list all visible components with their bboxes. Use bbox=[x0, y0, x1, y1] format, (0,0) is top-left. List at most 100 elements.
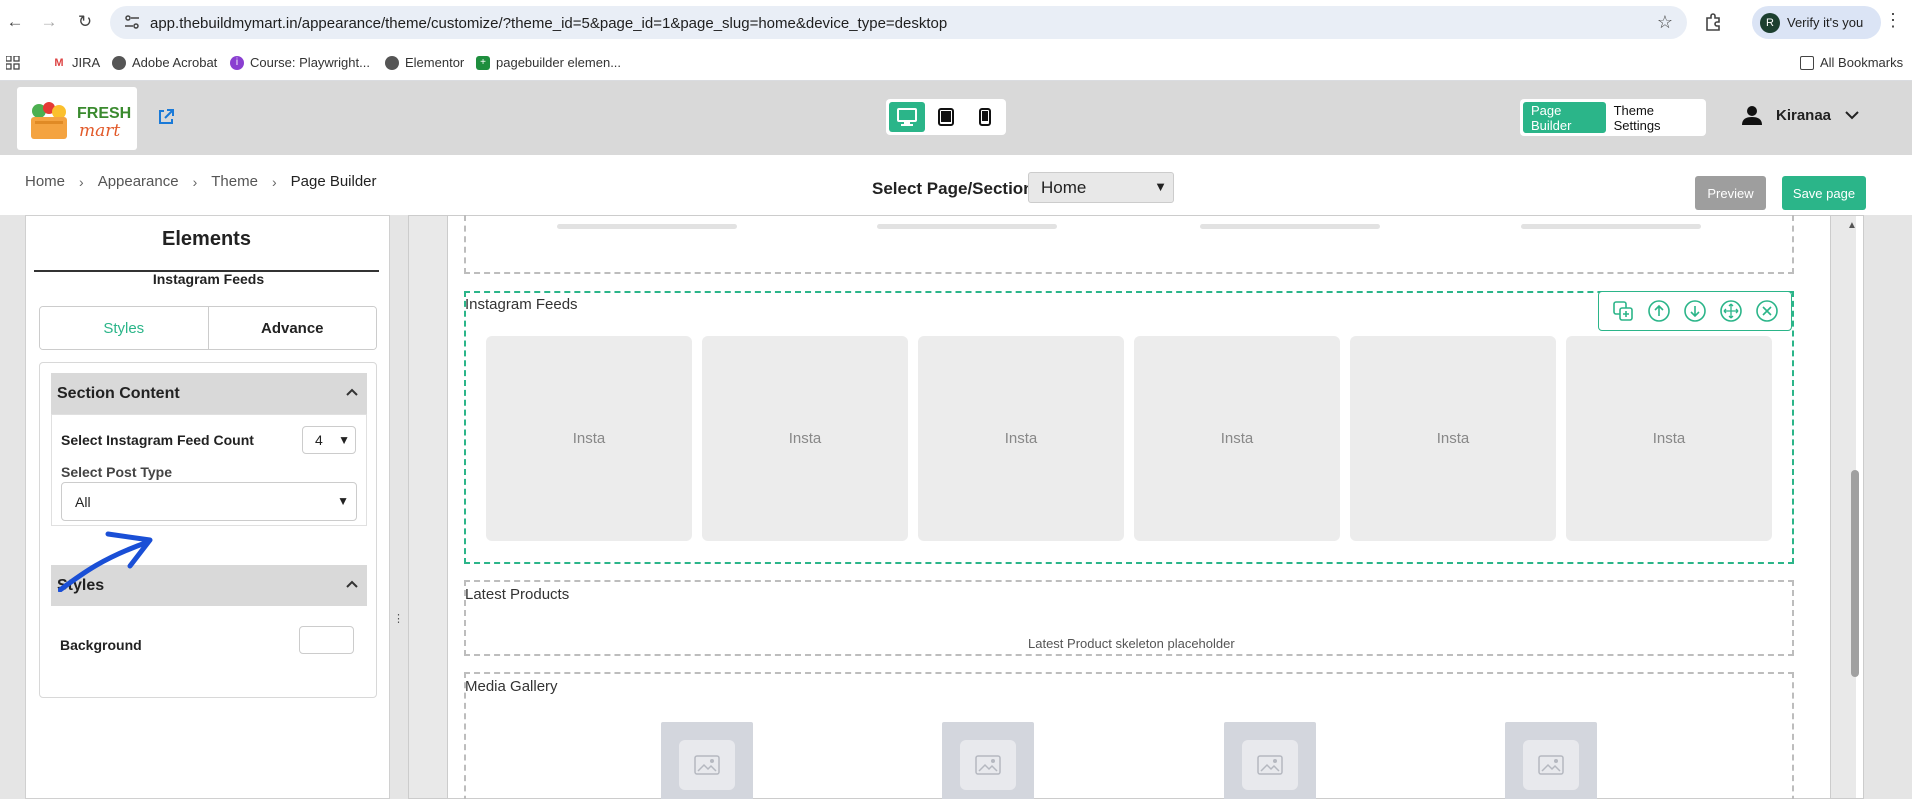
theme-settings-tab[interactable]: Theme Settings bbox=[1606, 102, 1703, 133]
bookmark-label: Adobe Acrobat bbox=[132, 55, 218, 70]
chevron-down-icon bbox=[1845, 111, 1859, 120]
extensions-icon[interactable] bbox=[1702, 11, 1724, 33]
scrollbar-thumb[interactable] bbox=[1851, 470, 1859, 677]
breadcrumb-appearance[interactable]: Appearance bbox=[98, 173, 179, 190]
verify-profile-button[interactable]: R Verify it's you bbox=[1752, 6, 1881, 39]
address-bar[interactable]: app.thebuildmymart.in/appearance/theme/c… bbox=[110, 6, 1687, 39]
section-content-body: Select Instagram Feed Count 4 ▼ Select P… bbox=[51, 414, 367, 526]
all-bookmarks[interactable]: All Bookmarks bbox=[1800, 55, 1903, 70]
instagram-card: Insta bbox=[1350, 336, 1556, 541]
duplicate-icon[interactable] bbox=[1611, 299, 1635, 323]
background-color-picker[interactable] bbox=[299, 626, 354, 654]
feed-count-label: Select Instagram Feed Count bbox=[61, 432, 254, 448]
user-name: Kiranaa bbox=[1776, 106, 1832, 124]
skeleton-bar bbox=[1521, 224, 1701, 229]
gallery-image-placeholder bbox=[1224, 722, 1316, 799]
bookmark-label: pagebuilder elemen... bbox=[496, 55, 622, 70]
browser-menu-icon[interactable]: ⋮ bbox=[1884, 10, 1902, 31]
bookmark-label: JIRA bbox=[72, 55, 101, 70]
chevron-right-icon: › bbox=[79, 173, 84, 190]
move-up-icon[interactable] bbox=[1647, 299, 1671, 323]
back-icon[interactable]: ← bbox=[4, 11, 26, 33]
elements-panel: Elements Instagram Feeds Styles Advance … bbox=[25, 215, 390, 799]
preview-button[interactable]: Preview bbox=[1695, 176, 1766, 210]
page-select-label: Select Page/Section: bbox=[872, 179, 1040, 198]
scroll-up-icon[interactable]: ▲ bbox=[1847, 220, 1857, 231]
image-icon bbox=[1257, 755, 1283, 775]
instagram-section-title: Instagram Feeds bbox=[465, 296, 578, 313]
bookmark-playwright[interactable]: i Course: Playwright... bbox=[230, 55, 370, 70]
logo[interactable]: FRESH mart bbox=[17, 87, 137, 150]
section-content-title: Section Content bbox=[57, 384, 180, 402]
annotation-arrow-icon bbox=[58, 531, 153, 592]
chevron-right-icon: › bbox=[192, 173, 198, 190]
reload-icon[interactable]: ↻ bbox=[74, 11, 96, 33]
move-down-icon[interactable] bbox=[1683, 299, 1707, 323]
verify-label: Verify it's you bbox=[1787, 15, 1864, 30]
page-select[interactable]: Home ▼ bbox=[1028, 172, 1174, 203]
device-switcher bbox=[886, 99, 1006, 135]
forward-icon[interactable]: → bbox=[38, 11, 60, 33]
logo-mart: mart bbox=[79, 121, 121, 141]
tablet-icon bbox=[938, 108, 954, 126]
skeleton-bar bbox=[1200, 224, 1380, 229]
external-link-icon[interactable] bbox=[156, 107, 176, 127]
profile-avatar: R bbox=[1760, 12, 1780, 33]
gallery-image-placeholder bbox=[661, 722, 753, 799]
background-label: Background bbox=[60, 637, 142, 653]
image-icon bbox=[1538, 755, 1564, 775]
tablet-view-button[interactable] bbox=[928, 102, 964, 132]
chevron-up-icon bbox=[346, 580, 358, 588]
bookmark-label: Course: Playwright... bbox=[250, 55, 370, 70]
breadcrumb-theme[interactable]: Theme bbox=[211, 173, 258, 190]
post-type-label: Select Post Type bbox=[61, 464, 173, 480]
sheets-icon: + bbox=[476, 55, 490, 70]
browser-toolbar: ← → ↻ app.thebuildmymart.in/appearance/t… bbox=[0, 0, 1912, 45]
latest-products-title: Latest Products bbox=[465, 586, 570, 603]
app-header: FRESH mart Page Builder Theme Settings K… bbox=[0, 81, 1912, 155]
remove-section-icon[interactable] bbox=[1755, 299, 1779, 323]
bookmark-star-icon[interactable]: ☆ bbox=[1657, 12, 1673, 33]
apps-grid-icon[interactable] bbox=[6, 56, 20, 70]
globe-icon bbox=[112, 55, 126, 70]
folder-icon bbox=[1800, 55, 1814, 70]
breadcrumb-home[interactable]: Home bbox=[25, 173, 65, 190]
post-type-value: All bbox=[75, 493, 91, 510]
panel-resize-handle[interactable]: ⋮ bbox=[393, 612, 404, 628]
bookmark-label: Elementor bbox=[405, 55, 465, 70]
bookmark-jira[interactable]: M JIRA bbox=[52, 55, 100, 70]
save-page-button[interactable]: Save page bbox=[1782, 176, 1866, 210]
bookmark-pagebuilder[interactable]: + pagebuilder elemen... bbox=[476, 55, 621, 70]
desktop-view-button[interactable] bbox=[889, 102, 925, 132]
tab-styles[interactable]: Styles bbox=[40, 307, 209, 349]
desktop-icon bbox=[897, 108, 917, 126]
gmail-icon: M bbox=[52, 55, 66, 70]
image-icon bbox=[694, 755, 720, 775]
mobile-icon bbox=[979, 108, 991, 126]
feed-count-select[interactable]: 4 ▼ bbox=[302, 426, 356, 454]
user-icon bbox=[1742, 106, 1762, 125]
instagram-card: Insta bbox=[702, 336, 908, 541]
url-text: app.thebuildmymart.in/appearance/theme/c… bbox=[150, 15, 948, 32]
chevron-right-icon: › bbox=[271, 173, 277, 190]
instagram-card: Insta bbox=[1134, 336, 1340, 541]
bookmark-elementor[interactable]: Elementor bbox=[385, 55, 464, 70]
section-content-header[interactable]: Section Content bbox=[51, 373, 367, 414]
chevron-up-icon bbox=[346, 388, 358, 396]
site-settings-icon[interactable] bbox=[124, 15, 140, 29]
post-type-select[interactable]: All ▼ bbox=[61, 482, 357, 521]
globe-icon bbox=[385, 55, 399, 70]
feed-count-value: 4 bbox=[315, 432, 323, 448]
user-menu[interactable]: Kiranaa bbox=[1742, 105, 1859, 125]
image-icon bbox=[975, 755, 1001, 775]
bookmark-adobe[interactable]: Adobe Acrobat bbox=[112, 55, 217, 70]
page-builder-tab[interactable]: Page Builder bbox=[1523, 102, 1606, 133]
chevron-down-icon: ▼ bbox=[337, 494, 349, 508]
instagram-card: Insta bbox=[486, 336, 692, 541]
drag-move-icon[interactable] bbox=[1719, 299, 1743, 323]
tab-advance[interactable]: Advance bbox=[208, 307, 376, 349]
bookmarks-bar: M JIRA Adobe Acrobat i Course: Playwrigh… bbox=[0, 45, 1912, 81]
mobile-view-button[interactable] bbox=[967, 102, 1003, 132]
latest-products-placeholder: Latest Product skeleton placeholder bbox=[1028, 636, 1235, 651]
all-bookmarks-label: All Bookmarks bbox=[1820, 55, 1904, 70]
